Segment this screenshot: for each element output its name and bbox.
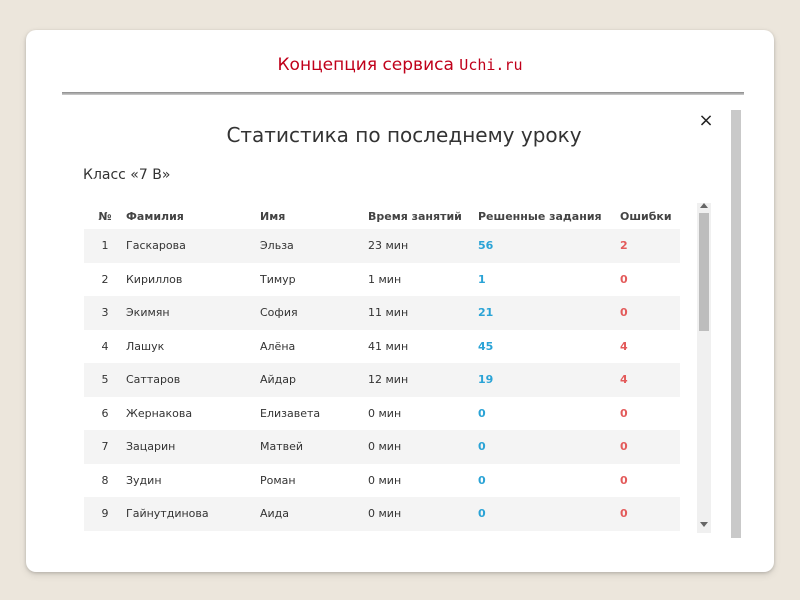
row-name: Роман [260, 473, 296, 487]
scroll-down-arrow-icon[interactable] [700, 522, 708, 527]
row-surname: Лашук [126, 339, 165, 353]
slide-title-prefix: Концепция сервиса [277, 55, 460, 75]
row-number: 7 [101, 440, 109, 454]
table-header-row: № Фамилия Имя Время занятий Решенные зад… [84, 203, 680, 229]
table-row: 5 Саттаров Айдар 12 мин 19 4 [84, 363, 680, 397]
row-surname: Гаскарова [126, 239, 186, 253]
row-time: 23 мин [368, 239, 409, 253]
row-solved: 45 [478, 339, 494, 353]
stats-modal: × Статистика по последнему уроку Класс «… [64, 95, 744, 537]
row-solved: 0 [478, 440, 486, 454]
row-name: Елизавета [260, 406, 321, 420]
table-row: 4 Лашук Алёна 41 мин 45 4 [84, 330, 680, 364]
row-number: 5 [101, 373, 109, 387]
row-surname: Жернакова [126, 406, 193, 420]
row-solved: 56 [478, 239, 494, 253]
row-time: 0 мин [368, 406, 402, 420]
row-solved: 0 [478, 406, 486, 420]
header-name: Имя [260, 209, 286, 223]
row-number: 3 [101, 306, 109, 320]
row-name: Алёна [260, 339, 296, 353]
slide-title: Концепция сервиса Uchi.ru [0, 55, 800, 81]
page-scrollbar[interactable] [731, 110, 741, 538]
table-row: 9 Гайнутдинова Аида 0 мин 0 0 [84, 497, 680, 531]
row-time: 12 мин [368, 373, 409, 387]
row-errors: 0 [620, 306, 628, 320]
row-surname: Гайнутдинова [126, 507, 209, 521]
row-solved: 19 [478, 373, 494, 387]
table-scrollbar[interactable] [697, 203, 711, 533]
table-row: 3 Экимян София 11 мин 21 0 [84, 296, 680, 330]
stats-table: № Фамилия Имя Время занятий Решенные зад… [84, 203, 680, 531]
row-errors: 0 [620, 440, 628, 454]
row-errors: 0 [620, 272, 628, 286]
header-time: Время занятий [368, 209, 462, 223]
scroll-up-arrow-icon[interactable] [700, 203, 708, 208]
row-time: 0 мин [368, 473, 402, 487]
table-row: 7 Зацарин Матвей 0 мин 0 0 [84, 430, 680, 464]
table-row: 1 Гаскарова Эльза 23 мин 56 2 [84, 229, 680, 263]
row-number: 1 [101, 239, 109, 253]
scroll-thumb[interactable] [699, 213, 709, 331]
row-number: 6 [101, 406, 109, 420]
row-number: 8 [101, 473, 109, 487]
row-solved: 21 [478, 306, 494, 320]
row-solved: 0 [478, 473, 486, 487]
row-time: 0 мин [368, 507, 402, 521]
row-surname: Экимян [126, 306, 170, 320]
row-name: Аида [260, 507, 290, 521]
row-solved: 1 [478, 272, 486, 286]
row-name: Айдар [260, 373, 297, 387]
header-solved: Решенные задания [478, 209, 602, 223]
slide-title-brand: Uchi.ru [459, 56, 523, 74]
table-row: 8 Зудин Роман 0 мин 0 0 [84, 464, 680, 498]
row-number: 9 [101, 507, 109, 521]
row-time: 41 мин [368, 339, 409, 353]
row-name: Матвей [260, 440, 304, 454]
row-errors: 4 [620, 339, 628, 353]
row-name: София [260, 306, 298, 320]
modal-title: Статистика по последнему уроку [226, 123, 582, 147]
row-surname: Саттаров [126, 373, 181, 387]
row-time: 11 мин [368, 306, 409, 320]
row-time: 0 мин [368, 440, 402, 454]
row-solved: 0 [478, 507, 486, 521]
header-surname: Фамилия [126, 209, 184, 223]
class-label: Класс «7 В» [83, 167, 171, 183]
row-time: 1 мин [368, 272, 402, 286]
row-surname: Зацарин [126, 440, 176, 454]
row-surname: Кириллов [126, 272, 183, 286]
header-errors: Ошибки [620, 209, 672, 223]
row-errors: 0 [620, 473, 628, 487]
row-errors: 0 [620, 507, 628, 521]
row-number: 2 [101, 272, 109, 286]
header-number: № [98, 209, 112, 223]
table-row: 2 Кириллов Тимур 1 мин 1 0 [84, 263, 680, 297]
row-name: Тимур [260, 272, 296, 286]
table-body: 1 Гаскарова Эльза 23 мин 56 2 2 Кириллов… [84, 229, 680, 531]
table-row: 6 Жернакова Елизавета 0 мин 0 0 [84, 397, 680, 431]
row-number: 4 [101, 339, 109, 353]
row-surname: Зудин [126, 473, 162, 487]
row-errors: 2 [620, 239, 628, 253]
row-errors: 0 [620, 406, 628, 420]
row-errors: 4 [620, 373, 628, 387]
row-name: Эльза [260, 239, 294, 253]
